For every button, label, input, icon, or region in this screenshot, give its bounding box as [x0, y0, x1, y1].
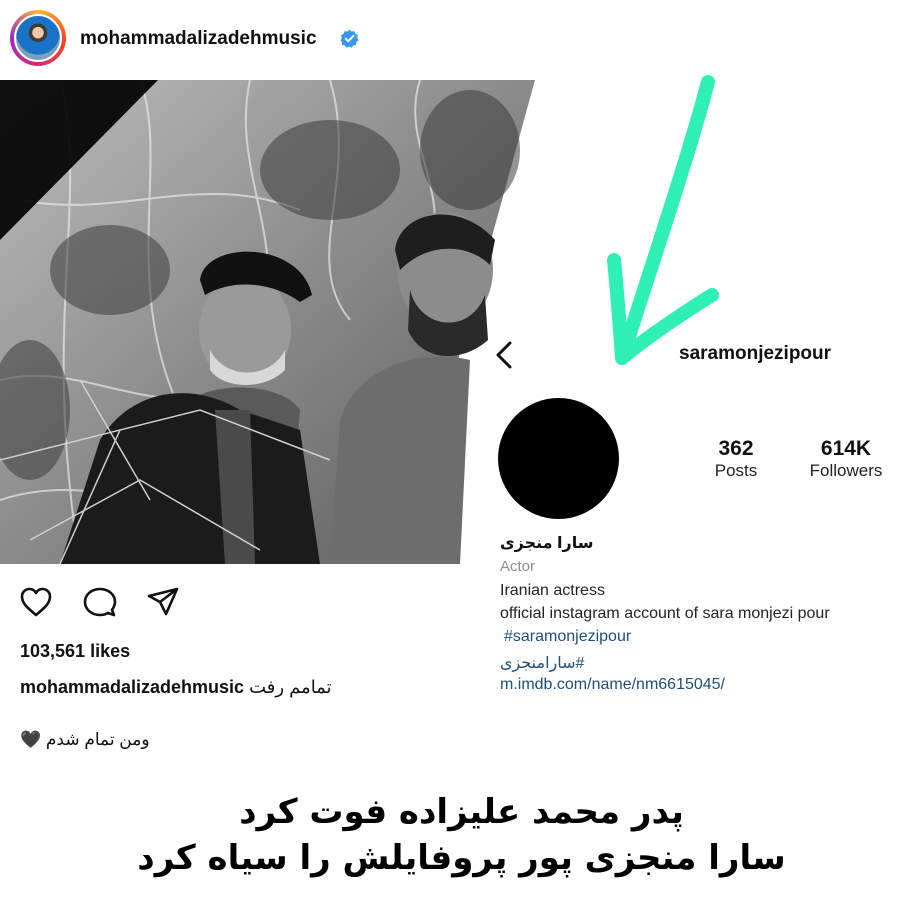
profile-website-link[interactable]: m.imdb.com/name/nm6615045/ [500, 676, 725, 694]
post-photo[interactable] [0, 80, 535, 564]
profile-hashtag-en[interactable]: #saramonjezipour [504, 628, 631, 646]
caption-username[interactable]: mohammadalizadehmusic [20, 677, 244, 697]
likes-count[interactable]: 103,561 likes [20, 641, 130, 662]
headline-line-2: سارا منجزی پور پروفایلش را سیاه کرد [137, 838, 786, 878]
author-avatar[interactable] [14, 14, 62, 62]
comment-text: ومن تمام شدم [45, 730, 150, 749]
stat-followers[interactable]: 614K Followers [800, 437, 892, 481]
headline-line-1: پدر محمد علیزاده فوت کرد [239, 792, 684, 832]
stat-followers-label: Followers [809, 461, 883, 480]
stat-posts-value: 362 [718, 437, 754, 460]
post-caption: mohammadalizadehmusic تمامم رفت [20, 677, 332, 698]
send-paper-plane-icon[interactable] [146, 586, 180, 618]
profile-hashtag-fa[interactable]: #سارامنجزی [500, 653, 584, 673]
profile-picture[interactable] [498, 398, 619, 519]
chevron-left-icon[interactable] [492, 340, 516, 370]
profile-username: saramonjezipour [679, 343, 832, 364]
verified-badge-icon [340, 29, 359, 48]
stat-posts-label: Posts [714, 461, 758, 480]
profile-bio-line-2: official instagram account of sara monje… [500, 605, 830, 622]
stat-followers-value: 614K [820, 437, 872, 460]
author-username[interactable]: mohammadalizadehmusic [80, 28, 317, 50]
caption-text: تمامم رفت [249, 677, 332, 697]
comment-emoji: 🖤 [20, 730, 42, 749]
profile-bio-line-1: Iranian actress [500, 582, 605, 599]
post-comment: 🖤 ومن تمام شدم [20, 730, 150, 750]
heart-icon[interactable] [19, 586, 53, 618]
green-arrow-icon [607, 75, 719, 365]
profile-display-name: سارا منجزی [500, 535, 594, 552]
comment-bubble-icon[interactable] [83, 586, 117, 618]
profile-category: Actor [500, 558, 536, 575]
stat-posts[interactable]: 362 Posts [700, 437, 772, 481]
